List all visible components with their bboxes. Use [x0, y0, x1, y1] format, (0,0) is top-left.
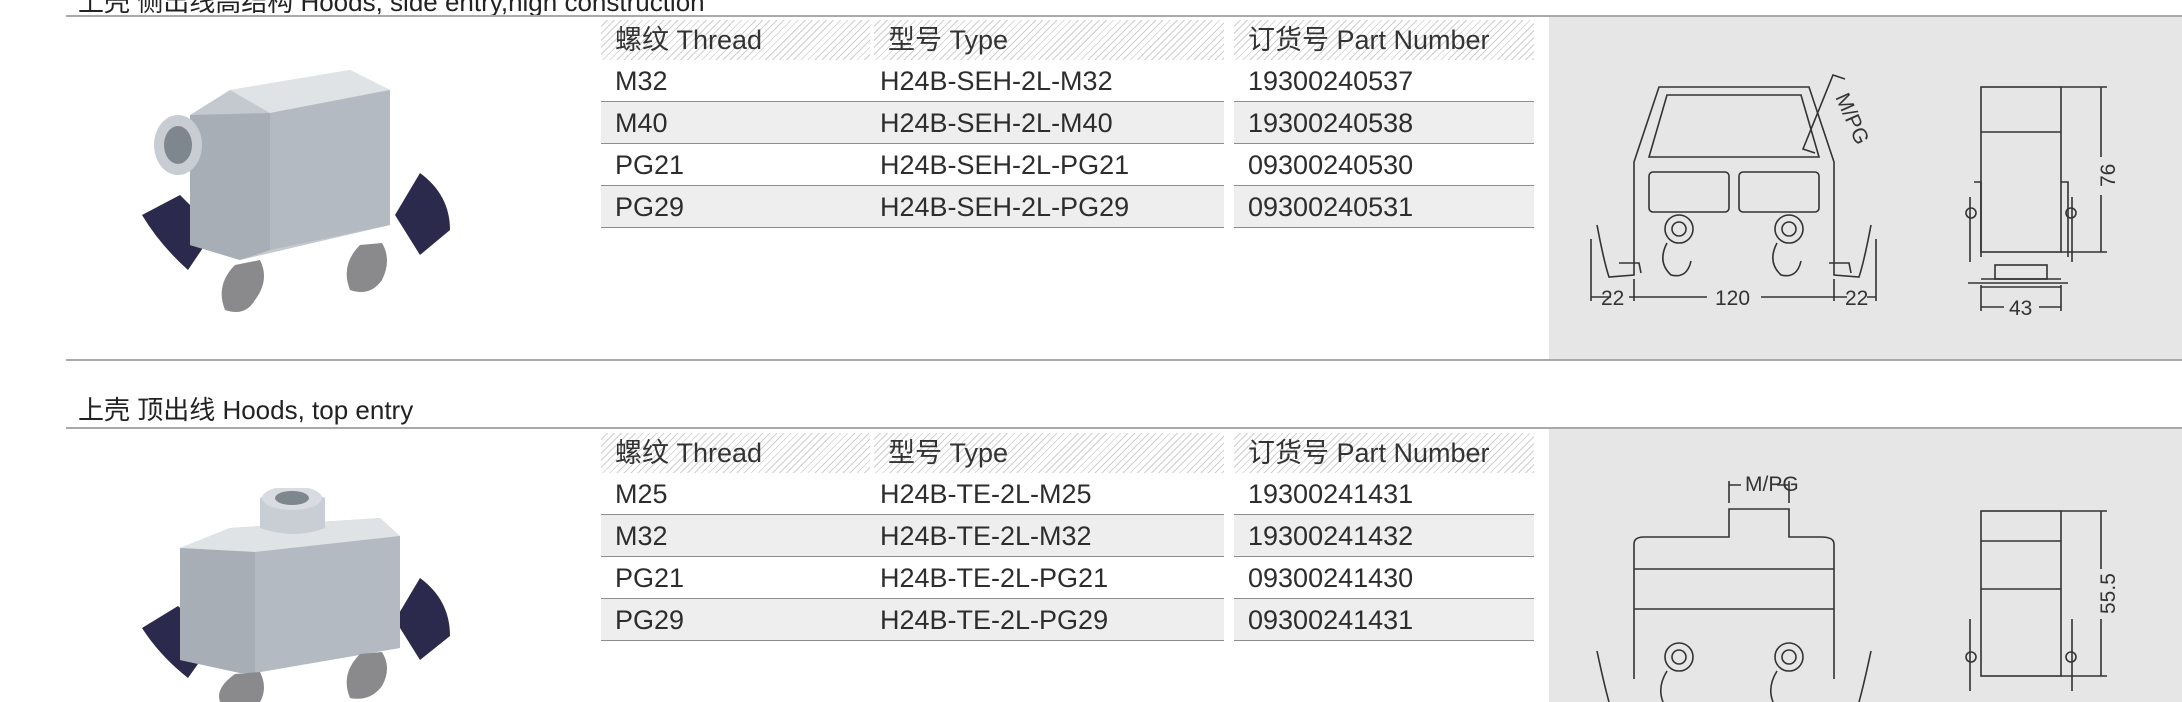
- locking-pin-left-icon: [221, 260, 264, 313]
- s2-row2-part-number: 19300241432: [1234, 515, 1534, 557]
- right-latch-icon: [395, 173, 450, 255]
- locking-pin-left-icon: [219, 672, 264, 702]
- s2-row2-thread: M32: [601, 515, 870, 557]
- s2-dim-height: 55.5: [2097, 573, 2120, 614]
- s2-technical-drawing: M/PG 55.5: [1596, 473, 2120, 702]
- section1-bottom-rule: [66, 359, 2182, 361]
- s1-dim-left: 22: [1601, 287, 1624, 310]
- s1-technical-drawing: 22 120 22 43 76 M/PG: [1590, 74, 2120, 320]
- s1-row1-type: H24B-SEH-2L-M32: [866, 60, 1224, 102]
- top-entry-hood-photo: [142, 488, 450, 702]
- s2-header-thread: 螺纹 Thread: [601, 433, 870, 473]
- s2-row3-thread: PG21: [601, 557, 870, 599]
- s1-row2-part-number: 19300240538: [1234, 102, 1534, 144]
- s1-dim-width: 120: [1715, 287, 1750, 310]
- s2-row3-part-number: 09300241430: [1234, 557, 1534, 599]
- s1-dim-depth: 43: [2009, 297, 2032, 320]
- s1-row4-thread: PG29: [601, 186, 870, 228]
- section2-title: 上壳 顶出线 Hoods, top entry: [78, 395, 414, 425]
- s1-dim-right: 22: [1845, 287, 1868, 310]
- s2-row4-part-number: 09300241431: [1234, 599, 1534, 641]
- s1-row3-type: H24B-SEH-2L-PG21: [866, 144, 1224, 186]
- s1-row3-thread: PG21: [601, 144, 870, 186]
- right-latch-icon: [395, 578, 450, 660]
- s2-row1-part-number: 19300241431: [1234, 473, 1534, 515]
- s1-row2-thread: M40: [601, 102, 870, 144]
- s1-row1-thread: M32: [601, 60, 870, 102]
- s1-row3-part-number: 09300240530: [1234, 144, 1534, 186]
- side-entry-hood-photo: [142, 70, 450, 313]
- s2-header-type: 型号 Type: [874, 433, 1224, 473]
- s2-row1-thread: M25: [601, 473, 870, 515]
- s1-row4-type: H24B-SEH-2L-PG29: [866, 186, 1224, 228]
- s2-row4-thread: PG29: [601, 599, 870, 641]
- s1-header-part-number: 订货号 Part Number: [1234, 20, 1534, 60]
- s2-row4-type: H24B-TE-2L-PG29: [866, 599, 1224, 641]
- locking-pin-right-icon: [346, 652, 387, 699]
- s2-row3-type: H24B-TE-2L-PG21: [866, 557, 1224, 599]
- s2-dim-entry: M/PG: [1745, 473, 1799, 496]
- s1-row4-part-number: 09300240531: [1234, 186, 1534, 228]
- s1-row2-type: H24B-SEH-2L-M40: [866, 102, 1224, 144]
- s1-dim-height: 76: [2097, 164, 2120, 187]
- s2-row2-type: H24B-TE-2L-M32: [866, 515, 1224, 557]
- s1-dim-entry: M/PG: [1830, 90, 1873, 148]
- s1-header-thread: 螺纹 Thread: [601, 20, 870, 60]
- s1-header-type: 型号 Type: [874, 20, 1224, 60]
- locking-pin-right-icon: [346, 243, 387, 293]
- s1-row1-part-number: 19300240537: [1234, 60, 1534, 102]
- s2-row1-type: H24B-TE-2L-M25: [866, 473, 1224, 515]
- s2-header-part-number: 订货号 Part Number: [1234, 433, 1534, 473]
